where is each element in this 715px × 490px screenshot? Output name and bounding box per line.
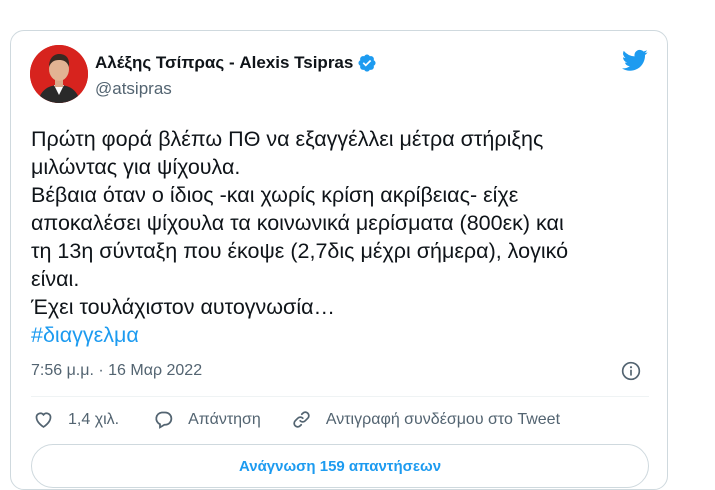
like-button[interactable]: 1,4 χιλ.: [33, 409, 119, 430]
twitter-bird-icon[interactable]: [620, 47, 650, 73]
like-count: 1,4 χιλ.: [68, 410, 120, 428]
tweet-text-line: μιλώντας για ψίχουλα.: [31, 155, 241, 179]
tweet-text: Πρώτη φορά βλέπω ΠΘ να εξαγγέλλει μέτρα …: [31, 125, 656, 349]
author-row: Αλέξης Τσίπρας - Alexis Tsipras: [95, 53, 377, 73]
info-icon[interactable]: [621, 361, 641, 381]
tweet-text-line: Πρώτη φορά βλέπω ΠΘ να εξαγγέλλει μέτρα …: [31, 127, 544, 151]
tweet-text-line: Έχει τουλάχιστον αυτογνωσία…: [31, 295, 336, 319]
read-replies-button[interactable]: Ανάγνωση 159 απαντήσεων: [31, 444, 649, 488]
action-bar: 1,4 χιλ. Απάντηση Αντιγραφή συνδέσμου στ…: [33, 409, 560, 430]
tweet-text-line: αποκαλέσει ψίχουλα τα κοινωνικά μερίσματ…: [31, 211, 564, 235]
link-icon: [293, 411, 310, 428]
divider: [31, 396, 649, 397]
heart-icon: [35, 412, 52, 428]
author-name[interactable]: Αλέξης Τσίπρας - Alexis Tsipras: [95, 53, 353, 73]
tweet-text-line: τη 13η σύνταξη που έκοψε (2,7δις μέχρι σ…: [31, 239, 569, 263]
avatar-portrait: [30, 45, 88, 103]
hashtag-link[interactable]: #διαγγελμα: [31, 323, 139, 347]
tweet-text-line: Βέβαια όταν ο ίδιος -και χωρίς κρίση ακρ…: [31, 183, 519, 207]
reply-button[interactable]: Απάντηση: [153, 409, 261, 430]
tweet-timestamp[interactable]: 7:56 μ.μ. · 16 Μαρ 2022: [31, 362, 202, 380]
tweet-card: Αλέξης Τσίπρας - Alexis Tsipras @atsipra…: [10, 30, 668, 490]
copy-link-label: Αντιγραφή συνδέσμου στο Tweet: [325, 410, 561, 428]
reply-label: Απάντηση: [188, 410, 261, 428]
verified-badge-icon: [357, 53, 377, 73]
author-handle[interactable]: @atsipras: [95, 79, 172, 99]
copy-link-button[interactable]: Αντιγραφή συνδέσμου στο Tweet: [291, 409, 560, 430]
avatar[interactable]: [30, 45, 88, 103]
tweet-text-line: είναι.: [31, 267, 80, 291]
speech-bubble-icon: [155, 411, 173, 429]
